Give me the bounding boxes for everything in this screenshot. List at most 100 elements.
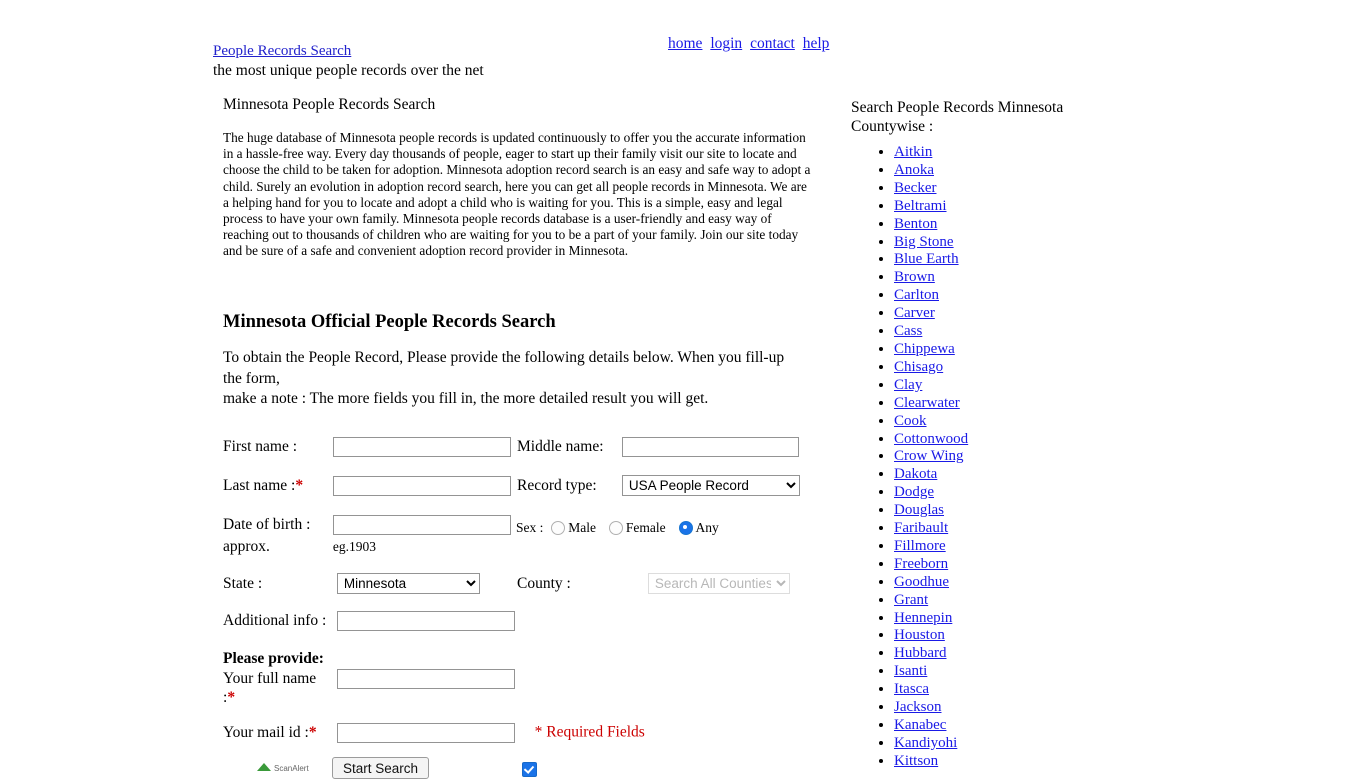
county-list-item: Hennepin — [894, 610, 1151, 628]
county-list-item: Kanabec — [894, 717, 1151, 735]
county-link-kittson[interactable]: Kittson — [894, 753, 938, 769]
middle-name-label: Middle name: — [517, 438, 604, 455]
please-provide-heading: Please provide: — [223, 650, 324, 668]
intro-paragraph: The huge database of Minnesota people re… — [223, 130, 811, 259]
county-link-chisago[interactable]: Chisago — [894, 359, 943, 375]
instructions-line-1: To obtain the People Record, Please prov… — [223, 349, 785, 387]
county-link-benton[interactable]: Benton — [894, 216, 937, 232]
county-link-cottonwood[interactable]: Cottonwood — [894, 431, 968, 447]
state-label: State : — [223, 574, 263, 592]
county-link-clearwater[interactable]: Clearwater — [894, 395, 960, 411]
county-link-brown[interactable]: Brown — [894, 269, 935, 285]
county-link-goodhue[interactable]: Goodhue — [894, 574, 949, 590]
county-link-itasca[interactable]: Itasca — [894, 681, 929, 697]
middle-name-input[interactable] — [621, 437, 799, 457]
county-link-isanti[interactable]: Isanti — [894, 663, 927, 679]
county-list-item: Isanti — [894, 663, 1151, 681]
county-sidebar: Search People Records Minnesota Countywi… — [851, 98, 1151, 771]
county-list-item: Anoka — [894, 162, 1151, 180]
full-name-required-marker: :* — [223, 689, 235, 707]
sex-label: Sex : — [516, 520, 544, 536]
row-middle-name: Middle name: — [517, 437, 799, 457]
county-link-beltrami[interactable]: Beltrami — [894, 198, 947, 214]
county-list-item: Kandiyohi — [894, 735, 1151, 753]
form-instructions: To obtain the People Record, Please prov… — [223, 348, 795, 410]
row-first-name: First name : — [223, 437, 511, 457]
county-list-item: Douglas — [894, 502, 1151, 520]
county-link-freeborn[interactable]: Freeborn — [894, 556, 948, 572]
row-date-of-birth: Date of birth : — [223, 515, 511, 535]
county-link-douglas[interactable]: Douglas — [894, 502, 944, 518]
sex-label-any: Any — [695, 520, 719, 536]
first-name-input[interactable] — [332, 437, 511, 457]
sidebar-title: Search People Records Minnesota Countywi… — [851, 98, 1091, 136]
county-link-cook[interactable]: Cook — [894, 413, 927, 429]
page-title: Minnesota People Records Search — [223, 96, 436, 113]
nav-link-home[interactable]: home — [668, 35, 702, 52]
county-link-hennepin[interactable]: Hennepin — [894, 610, 952, 626]
sex-radio-any[interactable] — [678, 521, 693, 536]
form-section-title: Minnesota Official People Records Search — [223, 312, 556, 332]
county-link-blue-earth[interactable]: Blue Earth — [894, 251, 959, 267]
mail-id-input[interactable] — [336, 723, 515, 743]
state-select[interactable]: Minnesota — [336, 573, 480, 594]
county-list-item: Brown — [894, 269, 1151, 287]
nav-link-help[interactable]: help — [803, 35, 830, 52]
county-link-crow-wing[interactable]: Crow Wing — [894, 448, 964, 464]
county-list-item: Dakota — [894, 466, 1151, 484]
sex-radio-male[interactable] — [551, 521, 566, 536]
sex-label-male: Male — [568, 520, 597, 536]
county-link-hubbard[interactable]: Hubbard — [894, 645, 947, 661]
row-last-name: Last name :* — [223, 476, 511, 496]
county-select[interactable]: Search All Counties — [647, 573, 790, 594]
record-type-select[interactable]: USA People Record — [621, 475, 800, 496]
start-search-button[interactable]: Start Search — [332, 757, 430, 779]
additional-info-input[interactable] — [336, 611, 515, 631]
county-link-dodge[interactable]: Dodge — [894, 484, 934, 500]
county-link-anoka[interactable]: Anoka — [894, 162, 934, 178]
county-link-cass[interactable]: Cass — [894, 323, 922, 339]
full-name-input[interactable] — [336, 669, 515, 689]
county-link-kandiyohi[interactable]: Kandiyohi — [894, 735, 957, 751]
sex-radio-female[interactable] — [608, 521, 623, 536]
county-list-item: Kittson — [894, 753, 1151, 771]
terms-checkbox[interactable] — [522, 761, 537, 777]
county-list-item: Houston — [894, 627, 1151, 645]
row-record-type: Record type: USA People Record — [517, 475, 800, 496]
nav-link-contact[interactable]: contact — [750, 35, 795, 52]
dob-example-hint: eg.1903 — [332, 539, 376, 554]
full-name-label: Your full name — [223, 670, 317, 687]
county-link-kanabec[interactable]: Kanabec — [894, 717, 946, 733]
county-link-big-stone[interactable]: Big Stone — [894, 234, 954, 250]
county-list-item: Goodhue — [894, 574, 1151, 592]
county-link-houston[interactable]: Houston — [894, 627, 945, 643]
county-link-carver[interactable]: Carver — [894, 305, 935, 321]
county-list-item: Cook — [894, 413, 1151, 431]
county-link-dakota[interactable]: Dakota — [894, 466, 937, 482]
site-brand: People Records Search — [213, 43, 351, 59]
row-date-of-birth-hint: approx. eg.1903 — [223, 538, 376, 556]
county-link-jackson[interactable]: Jackson — [894, 699, 942, 715]
additional-info-label: Additional info : — [223, 612, 327, 629]
county-link-carlton[interactable]: Carlton — [894, 287, 939, 303]
dob-input[interactable] — [332, 515, 511, 535]
row-mail-id: Your mail id :* * Required Fields — [223, 723, 645, 743]
site-tagline: the most unique people records over the … — [213, 62, 484, 79]
scanalert-arrow-icon — [257, 763, 271, 772]
county-list-item: Clearwater — [894, 395, 1151, 413]
county-link-grant[interactable]: Grant — [894, 592, 928, 608]
main-content: Minnesota People Records Search The huge… — [223, 96, 823, 260]
row-state: State : Minnesota — [223, 573, 480, 594]
county-link-aitkin[interactable]: Aitkin — [894, 144, 932, 160]
county-link-chippewa[interactable]: Chippewa — [894, 341, 955, 357]
brand-link[interactable]: People Records Search — [213, 43, 351, 59]
county-list-item: Big Stone — [894, 234, 1151, 252]
county-link-becker[interactable]: Becker — [894, 180, 936, 196]
county-link-fillmore[interactable]: Fillmore — [894, 538, 946, 554]
instructions-line-2: make a note : The more fields you fill i… — [223, 390, 709, 407]
nav-link-login[interactable]: login — [710, 35, 742, 52]
scanalert-label: ScanAlert — [274, 764, 309, 773]
county-link-faribault[interactable]: Faribault — [894, 520, 948, 536]
last-name-input[interactable] — [332, 476, 511, 496]
county-link-clay[interactable]: Clay — [894, 377, 922, 393]
